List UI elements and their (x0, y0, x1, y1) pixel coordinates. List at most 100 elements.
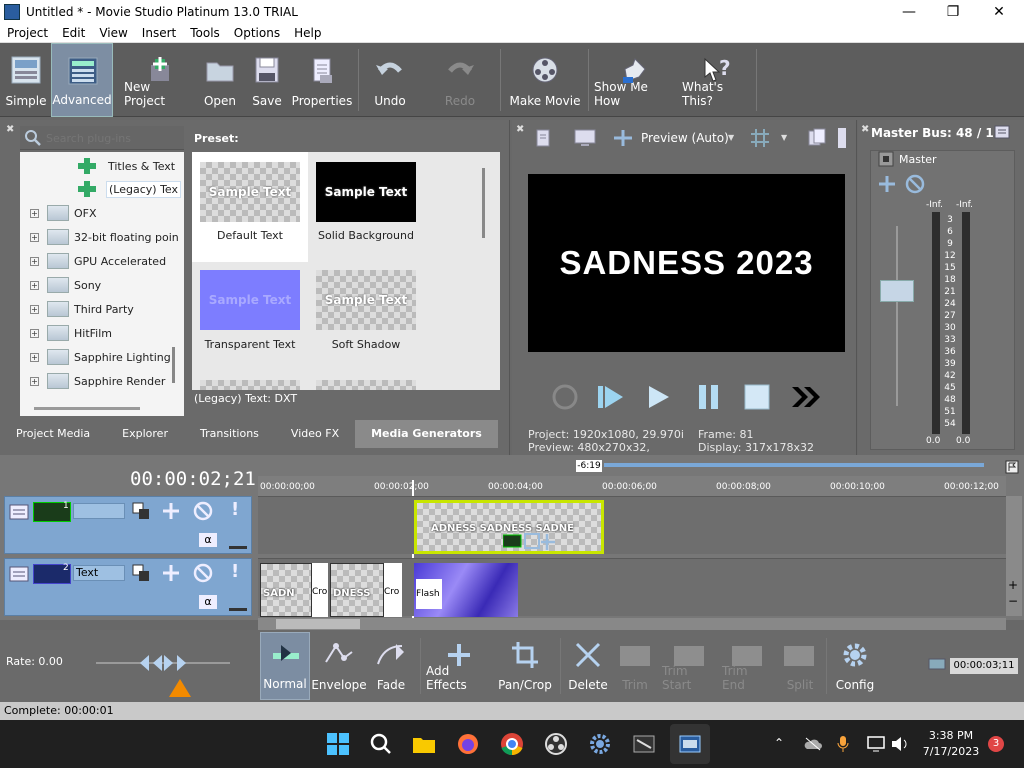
expand-icon[interactable]: + (30, 280, 39, 290)
track-solo-icon[interactable]: ! (231, 499, 239, 520)
track-name-field-1[interactable] (73, 503, 125, 519)
firefox-icon[interactable] (456, 732, 480, 756)
external-monitor-icon[interactable] (574, 128, 596, 148)
advanced-button[interactable]: Advanced (51, 43, 113, 117)
tree-item-third-party[interactable]: + Third Party (30, 298, 134, 320)
text-clip-selected[interactable]: ADNESS SADNESS SADNE (414, 500, 604, 554)
pan-crop-button[interactable]: Pan/Crop (496, 632, 554, 700)
split-button[interactable]: Split (778, 632, 822, 700)
expand-icon[interactable]: + (30, 352, 39, 362)
redo-button[interactable]: Redo (436, 43, 484, 117)
crop-clip[interactable]: Cro (312, 563, 328, 617)
menu-tools[interactable]: Tools (183, 26, 227, 40)
menu-project[interactable]: Project (0, 26, 55, 40)
obs-icon[interactable] (544, 732, 568, 756)
tab-explorer[interactable]: Explorer (106, 420, 184, 448)
close-master-icon[interactable]: ✖ (861, 124, 869, 135)
whats-this-button[interactable]: ? What's This? (682, 43, 752, 117)
expand-icon[interactable]: + (30, 208, 39, 218)
track-lane-2[interactable]: SADN Cro DNESS Cro Flash (258, 558, 1006, 617)
track-motion-alpha-icon[interactable]: α (199, 533, 217, 547)
preset-default-text[interactable]: Sample Text Default Text (192, 152, 308, 262)
mute-icon[interactable] (905, 174, 925, 194)
track-lane-1[interactable]: ADNESS SADNESS SADNE (258, 496, 1006, 554)
marker-icon[interactable] (1005, 460, 1019, 474)
copy-snapshot-icon[interactable] (806, 128, 828, 148)
maximize-button[interactable]: ❐ (930, 0, 976, 24)
track-level-slider-icon[interactable] (229, 593, 247, 611)
plugin-search-input[interactable] (46, 129, 180, 147)
zoom-out-icon[interactable]: − (1008, 594, 1018, 608)
tree-item-32bit[interactable]: +32-bit floating poin (30, 226, 179, 248)
close-button[interactable]: ✕ (976, 0, 1022, 24)
chrome-icon[interactable] (500, 732, 524, 756)
track-solo-icon[interactable]: ! (231, 561, 239, 582)
timeline-hscrollbar[interactable] (258, 618, 1006, 630)
tree-hscroll[interactable] (20, 400, 184, 416)
expand-icon[interactable]: + (30, 256, 39, 266)
save-snapshot-icon[interactable] (838, 128, 846, 148)
video-preview-screen[interactable]: SADNESS 2023 (528, 174, 845, 352)
expand-icon[interactable]: + (30, 376, 39, 386)
go-to-end-icon[interactable] (790, 382, 820, 412)
track-level-slider-icon[interactable] (229, 531, 247, 549)
overlays-chevron-icon[interactable]: ▼ (781, 133, 787, 142)
tree-item-titles-text[interactable]: Titles & Text (78, 155, 175, 177)
master-fx-plugin-icon[interactable] (876, 174, 898, 194)
microphone-icon[interactable] (836, 735, 850, 753)
normal-tool-button[interactable]: Normal (260, 632, 310, 700)
loop-region-marker[interactable]: -6:19 (576, 460, 602, 472)
record-icon[interactable] (550, 382, 580, 412)
fade-tool-button[interactable]: Fade (368, 632, 414, 700)
close-panel-icon[interactable]: ✖ (6, 124, 14, 135)
preset-transparent-text[interactable]: Sample Text Transparent Text (192, 262, 308, 372)
menu-view[interactable]: View (92, 26, 134, 40)
tree-scrollbar[interactable] (172, 347, 175, 383)
stop-icon[interactable] (742, 382, 772, 412)
tree-item-sony[interactable]: + Sony (30, 274, 101, 296)
preset-thumbnail-partial[interactable] (200, 380, 300, 390)
compositing-mode-icon[interactable] (131, 501, 151, 521)
rate-indicator-icon[interactable] (168, 678, 192, 698)
notification-badge[interactable]: 3 (988, 736, 1004, 752)
menu-insert[interactable]: Insert (135, 26, 183, 40)
tree-hscroll-thumb[interactable] (34, 407, 140, 410)
config-button[interactable]: Config (832, 632, 878, 700)
undo-button[interactable]: Undo (366, 43, 414, 117)
tab-media-generators[interactable]: Media Generators (355, 420, 498, 448)
text-clip[interactable]: DNESS (330, 563, 384, 617)
track-fx-icon[interactable] (161, 563, 181, 583)
track-fx-icon[interactable] (161, 501, 181, 521)
clip-event-icons[interactable] (503, 533, 555, 551)
speaker-volume-icon[interactable] (890, 735, 910, 753)
track-motion-alpha-icon[interactable]: α (199, 595, 217, 609)
preset-solid-background[interactable]: Sample Text Solid Background (308, 152, 424, 262)
save-button[interactable]: Save (248, 43, 286, 117)
properties-button[interactable]: Properties (292, 43, 352, 117)
search-icon[interactable] (369, 732, 393, 756)
add-effects-button[interactable]: Add Effects (426, 632, 492, 700)
tray-chevron-icon[interactable]: ⌃ (774, 736, 784, 750)
tab-transitions[interactable]: Transitions (184, 420, 275, 448)
zoom-in-icon[interactable]: + (1008, 578, 1018, 592)
menu-edit[interactable]: Edit (55, 26, 92, 40)
file-explorer-icon[interactable] (412, 732, 436, 756)
tree-item-gpu[interactable]: + GPU Accelerated (30, 250, 166, 272)
flash-clip[interactable]: Flash (414, 563, 518, 617)
track-header-2[interactable]: 2 Text ! α (4, 558, 252, 616)
show-me-how-button[interactable]: Show Me How (594, 43, 676, 117)
tree-item-sapphire-lighting[interactable]: + Sapphire Lighting (30, 346, 171, 368)
tab-video-fx[interactable]: Video FX (275, 420, 355, 448)
minimize-button[interactable]: — (886, 0, 932, 24)
split-screen-icon[interactable] (612, 128, 634, 148)
track-mute-icon[interactable] (193, 563, 213, 583)
windows-start-icon[interactable] (326, 732, 350, 756)
menu-help[interactable]: Help (287, 26, 328, 40)
preview-quality-dropdown[interactable]: Preview (Auto) (641, 131, 729, 145)
track-mute-icon[interactable] (193, 501, 213, 521)
track-minimize-icon[interactable] (9, 565, 29, 583)
track-minimize-icon[interactable] (9, 503, 29, 521)
menu-options[interactable]: Options (227, 26, 287, 40)
network-icon[interactable] (866, 735, 886, 753)
preset-thumbnail-partial[interactable] (316, 380, 416, 390)
